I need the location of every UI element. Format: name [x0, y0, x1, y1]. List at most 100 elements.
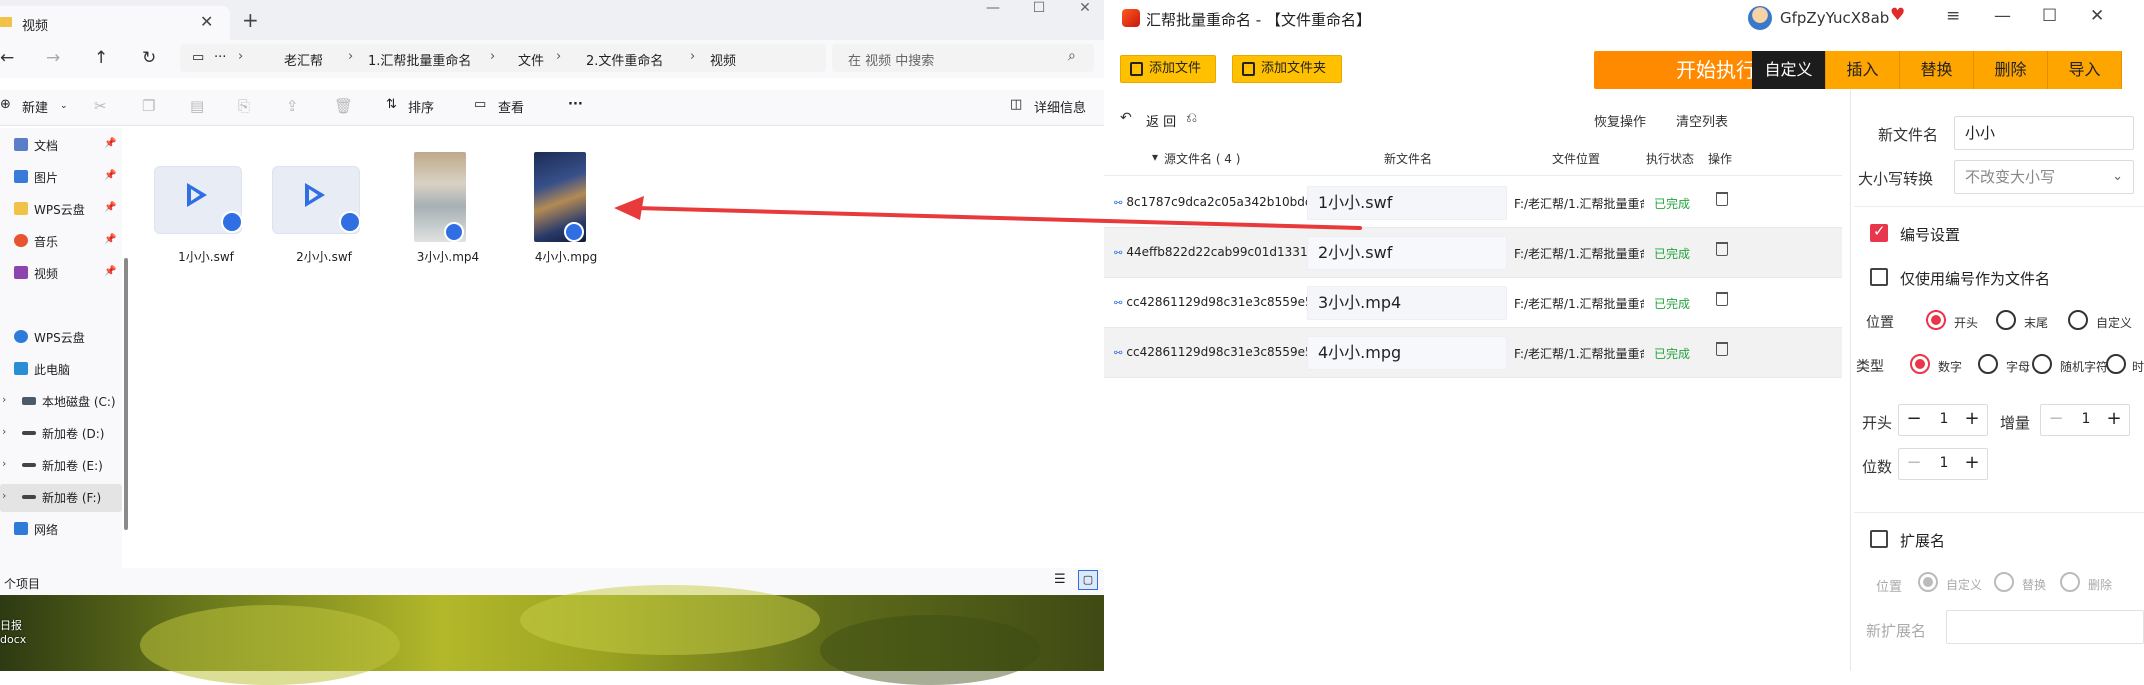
table-row[interactable]: ⚯ 8c1787c9dca2c05a342b10bdc 1小小.swf F:/老汇… — [1104, 178, 1842, 228]
table-row[interactable]: ⚯ cc42861129d98c31e3c8559e5 4小小.mpg F:/老汇… — [1104, 328, 1842, 378]
up-arrow-icon[interactable]: ↑ — [94, 48, 108, 68]
digits-stepper[interactable]: − 1 + — [1898, 448, 1988, 480]
sidebar-item-drive-e[interactable]: › 新加卷 (E:) — [0, 452, 122, 480]
address-bar[interactable]: ▭ ··· › 老汇帮 › 1.汇帮批量重命名 › 文件 › 2.文件重命名 ›… — [180, 44, 826, 72]
type-random-radio[interactable] — [2032, 354, 2052, 374]
sidebar-item-network[interactable]: 网络 — [0, 516, 122, 544]
trash-icon[interactable] — [1716, 292, 1728, 306]
new-button[interactable]: 新建 — [22, 97, 48, 116]
file-item[interactable]: 1小小.swf — [150, 140, 260, 270]
clear-list-button[interactable]: 清空列表 — [1676, 111, 1728, 130]
close-tab-icon[interactable]: ✕ — [200, 12, 213, 31]
breadcrumb-item[interactable]: 2.文件重命名 — [586, 50, 663, 69]
position-end-radio[interactable] — [1996, 310, 2016, 330]
sidebar-item-wps-cloud[interactable]: WPS云盘 📌 — [0, 196, 122, 224]
tab-videos[interactable]: 视频 ✕ — [0, 6, 230, 40]
sidebar-item-documents[interactable]: 文档 📌 — [0, 132, 122, 160]
tab-delete[interactable]: 删除 — [1974, 51, 2048, 89]
sidebar-item-drive-f[interactable]: › 新加卷 (F:) — [0, 484, 122, 512]
maximize-button[interactable]: ☐ — [2042, 6, 2057, 26]
thumbnail-view-icon[interactable]: ▢ — [1078, 570, 1098, 590]
username[interactable]: GfpZyYucX8ab — [1780, 9, 1889, 27]
undo-icon[interactable]: ⎌ — [1186, 110, 1197, 126]
type-letter-radio[interactable] — [1978, 354, 1998, 374]
file-item[interactable]: 3小小.mp4 — [398, 140, 508, 270]
copy-icon[interactable]: ❐ — [142, 97, 155, 115]
refresh-icon[interactable]: ↻ — [142, 48, 156, 68]
table-row[interactable]: ⚯ cc42861129d98c31e3c8559e5 3小小.mp4 F:/老汇… — [1104, 278, 1842, 328]
new-filename[interactable]: 3小小.mp4 — [1307, 286, 1507, 320]
tab-replace[interactable]: 替换 — [1900, 51, 1974, 89]
vip-heart-icon[interactable]: ♥ — [1890, 5, 1905, 25]
file-item[interactable]: 4小小.mpg — [516, 140, 626, 270]
breadcrumb-item[interactable]: 1.汇帮批量重命名 — [368, 50, 471, 69]
tab-insert[interactable]: 插入 — [1826, 51, 1900, 89]
plus-icon[interactable]: + — [1961, 452, 1983, 473]
back-icon[interactable]: ↶ — [1120, 110, 1132, 126]
newname-input[interactable]: 小小 — [1954, 116, 2134, 150]
new-filename[interactable]: 1小小.swf — [1307, 186, 1507, 220]
new-filename[interactable]: 4小小.mpg — [1307, 336, 1507, 370]
type-number-radio[interactable] — [1910, 354, 1930, 374]
this-pc-icon[interactable]: ▭ — [192, 50, 204, 65]
share-icon[interactable]: ⇪ — [286, 97, 299, 115]
back-arrow-icon[interactable]: ← — [0, 48, 14, 68]
ext-delete-radio[interactable] — [2060, 572, 2080, 592]
sidebar-item-music[interactable]: 音乐 📌 — [0, 228, 122, 256]
rename-icon[interactable]: ⎘ — [238, 97, 250, 115]
case-select[interactable]: 不改变大小写 ⌄ — [1954, 160, 2134, 194]
sort-button[interactable]: 排序 — [408, 97, 434, 116]
position-custom-radio[interactable] — [2068, 310, 2088, 330]
numbering-checkbox[interactable] — [1870, 222, 1888, 242]
chevron-right-icon[interactable]: › — [2, 489, 6, 502]
search-box[interactable]: 在 视频 中搜索 ⌕ — [832, 44, 1094, 72]
plus-icon[interactable]: + — [1961, 408, 1983, 429]
cut-icon[interactable]: ✂ — [94, 97, 107, 115]
minus-icon[interactable]: − — [2045, 408, 2067, 429]
numbering-only-checkbox[interactable] — [1870, 268, 1888, 286]
add-folder-button[interactable]: 添加文件夹 — [1232, 55, 1342, 83]
details-pane-icon[interactable]: ◫ — [1010, 97, 1022, 112]
add-file-button[interactable]: 添加文件 — [1120, 55, 1216, 83]
new-filename[interactable]: 2小小.swf — [1307, 236, 1507, 270]
breadcrumb-item[interactable]: 视频 — [710, 50, 736, 69]
extension-checkbox[interactable] — [1870, 530, 1888, 548]
increment-stepper[interactable]: − 1 + — [2040, 404, 2130, 436]
trash-icon[interactable] — [1716, 242, 1728, 256]
restore-button[interactable]: 恢复操作 — [1594, 111, 1646, 130]
tab-import[interactable]: 导入 — [2048, 51, 2122, 89]
view-button[interactable]: 查看 — [498, 97, 524, 116]
plus-icon[interactable]: + — [2103, 408, 2125, 429]
position-start-radio[interactable] — [1926, 310, 1946, 330]
close-button[interactable]: ✕ — [1062, 0, 1108, 20]
sidebar-item-this-pc[interactable]: 此电脑 — [0, 356, 122, 384]
chevron-right-icon[interactable]: › — [2, 457, 6, 470]
minus-icon[interactable]: − — [1903, 408, 1925, 429]
column-source[interactable]: 源文件名 ( 4 ) — [1164, 150, 1240, 167]
desktop-file-label[interactable]: 日报 — [0, 617, 22, 633]
tab-custom[interactable]: 自定义 — [1752, 51, 1826, 89]
sidebar-item-drive-c[interactable]: › 本地磁盘 (C:) — [0, 388, 122, 416]
sidebar-scrollbar[interactable] — [124, 258, 128, 530]
desktop-file-label[interactable]: docx — [0, 633, 26, 646]
new-plus-icon[interactable]: ⊕ — [0, 97, 11, 112]
more-options-button[interactable]: ··· — [568, 97, 583, 112]
list-view-icon[interactable]: ☰ — [1054, 572, 1066, 587]
delete-icon[interactable]: 🗑 — [334, 97, 353, 115]
sidebar-item-drive-d[interactable]: › 新加卷 (D:) — [0, 420, 122, 448]
sidebar-item-videos[interactable]: 视频 📌 — [0, 260, 122, 288]
ext-custom-radio[interactable] — [1918, 572, 1938, 592]
start-stepper[interactable]: − 1 + — [1898, 404, 1988, 436]
menu-icon[interactable]: ≡ — [1946, 6, 1960, 26]
new-tab-button[interactable]: + — [242, 8, 259, 32]
chevron-right-icon[interactable]: › — [2, 393, 6, 406]
trash-icon[interactable] — [1716, 192, 1728, 206]
back-button[interactable]: 返 回 — [1146, 111, 1176, 130]
view-icon[interactable]: ▭ — [474, 97, 486, 112]
new-extension-input[interactable] — [1946, 610, 2144, 644]
sort-icon[interactable]: ⇅ — [386, 97, 397, 112]
forward-arrow-icon[interactable]: → — [46, 48, 60, 68]
ext-replace-radio[interactable] — [1994, 572, 2014, 592]
paste-icon[interactable]: ▤ — [190, 97, 204, 115]
close-button[interactable]: ✕ — [2090, 6, 2104, 26]
